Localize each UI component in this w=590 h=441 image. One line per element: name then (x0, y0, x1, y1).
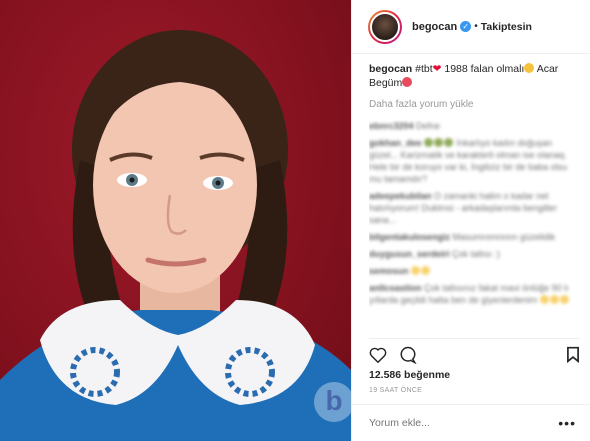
list-item: semosun (369, 265, 582, 277)
comment-username[interactable]: adeepekubilan (369, 191, 432, 201)
list-item: gokhan_dee İnkarlıyo kadın doğuşan güzel… (369, 137, 582, 185)
list-item: bilgentakulosengiz Masumromnnnn güzelidi… (369, 231, 582, 243)
post-side-panel: begocan ✓ • Takiptesin begocan #tbt❤ 198… (351, 0, 590, 441)
emoji-icon (421, 266, 431, 275)
emoji-icon (424, 138, 434, 147)
comments-list: begocan #tbt❤ 1988 falan olmalı Acar Beg… (369, 62, 582, 328)
header-username[interactable]: begocan (412, 21, 457, 33)
caption-hashtag[interactable]: #tbt (415, 63, 433, 75)
child-portrait-image (0, 30, 351, 441)
caption-text-1: 1988 falan olmalı (444, 63, 525, 75)
like-heart-icon[interactable] (369, 347, 387, 363)
comment-text: Defne (416, 121, 441, 131)
emoji-icon (549, 295, 559, 304)
post-actions (369, 338, 580, 364)
following-status[interactable]: Takiptesin (481, 21, 532, 33)
emoji-icon (444, 138, 454, 147)
post-timestamp: 19 SAAT ÖNCE (369, 387, 423, 394)
comment-username[interactable]: ebnrc3204 (369, 121, 414, 131)
comment-form: ••• (352, 404, 590, 441)
verified-badge-icon: ✓ (460, 21, 472, 32)
smiling-emoji-icon (524, 63, 535, 73)
comment-bubble-icon[interactable] (399, 346, 417, 364)
post-header: begocan ✓ • Takiptesin (352, 0, 590, 54)
site-watermark-logo: b (314, 382, 351, 422)
load-more-comments[interactable]: Daha fazla yorum yükle (369, 98, 582, 112)
likes-count[interactable]: 12.586 beğenme (369, 369, 450, 381)
list-item: ebnrc3204 Defne (369, 120, 582, 132)
more-options-icon[interactable]: ••• (558, 415, 576, 431)
comment-input[interactable] (369, 417, 559, 429)
emoji-icon (411, 266, 421, 275)
comment-text: Masumromnnnn güzelidik (452, 232, 556, 242)
avatar[interactable] (368, 9, 402, 44)
separator-dot: • (474, 21, 478, 32)
list-item: anllcoastion Çok tatlısınız fakat mavi ö… (369, 282, 582, 306)
comment-username[interactable]: gokhan_dee (369, 138, 422, 148)
emoji-icon (434, 138, 444, 147)
comment-text: Çok tatlısı :) (452, 249, 501, 259)
comment-username[interactable]: bilgentakulosengiz (369, 232, 450, 242)
red-heart-icon: ❤ (432, 63, 442, 75)
comment-username[interactable]: semosun (369, 266, 409, 276)
list-item: adeepekubilan O zamanki halim o kadar ne… (369, 190, 582, 226)
avatar-image (370, 11, 400, 42)
list-item: duygusun_serdeiri Çok tatlısı :) (369, 248, 582, 260)
comment-username[interactable]: duygusun_serdeiri (369, 249, 450, 259)
emoji-icon (539, 295, 549, 304)
laughing-emoji-icon (402, 77, 413, 87)
bookmark-icon[interactable] (566, 346, 580, 363)
comment-username[interactable]: anllcoastion (369, 283, 422, 293)
post-caption: begocan #tbt❤ 1988 falan olmalı Acar Beg… (369, 62, 582, 90)
emoji-icon (559, 295, 569, 304)
caption-username[interactable]: begocan (369, 63, 412, 75)
post-photo[interactable]: b (0, 0, 351, 441)
caption-text-2: Acar (536, 63, 559, 75)
caption-text-3: Begüm (369, 77, 403, 89)
